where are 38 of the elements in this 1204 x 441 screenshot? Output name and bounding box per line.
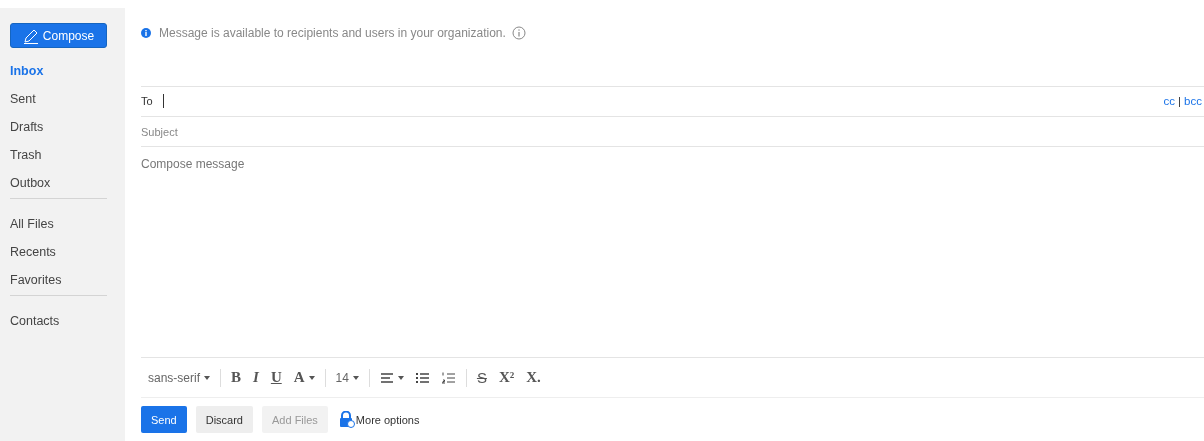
caret-icon <box>204 375 210 380</box>
dropdown[interactable]: 14 <box>331 366 363 389</box>
bulleted-list-icon <box>415 371 430 385</box>
format-button[interactable]: X. <box>522 366 545 389</box>
nav-item[interactable]: Favorites <box>10 269 62 297</box>
compose-button[interactable]: Compose <box>10 23 107 48</box>
send-button[interactable]: Send <box>141 406 187 434</box>
nav-item[interactable]: All Files <box>10 213 54 241</box>
lock-icon <box>338 411 355 429</box>
nav-item[interactable]: Drafts <box>10 116 44 144</box>
info-icon <box>511 26 526 41</box>
nav-item[interactable]: Contacts <box>10 310 60 338</box>
nav-item[interactable]: Trash <box>10 144 42 172</box>
separator: | <box>1178 95 1182 108</box>
caret-icon <box>352 375 359 380</box>
format-button[interactable]: A <box>289 366 319 389</box>
nav-item[interactable]: Recents <box>10 241 56 269</box>
format-button[interactable]: U <box>266 366 286 389</box>
nav-item[interactable]: Outbox <box>10 172 51 200</box>
align-icon <box>379 371 394 385</box>
more-options-link[interactable]: More options <box>338 411 420 429</box>
numbered-list-icon <box>441 371 456 385</box>
caret-icon <box>397 375 404 380</box>
info-icon <box>141 28 151 39</box>
cc-link[interactable]: cc <box>1163 95 1176 108</box>
format-button[interactable]: I <box>249 366 263 389</box>
format-button[interactable]: S <box>472 366 491 389</box>
pencil-icon <box>22 27 39 44</box>
bcc-link[interactable]: bcc <box>1184 95 1202 108</box>
format-button[interactable]: B <box>227 366 246 389</box>
dropdown[interactable]: sans-serif <box>144 366 214 389</box>
format-button[interactable]: X² <box>494 366 519 389</box>
to-label: To <box>141 95 154 108</box>
caret-icon <box>308 375 315 380</box>
discard-button[interactable]: Discard <box>195 406 253 434</box>
nav-item[interactable]: Sent <box>10 88 36 116</box>
notice-text: Message is available to recipients and users in your organization. <box>159 26 506 41</box>
nav-item[interactable]: Inbox <box>10 60 44 88</box>
